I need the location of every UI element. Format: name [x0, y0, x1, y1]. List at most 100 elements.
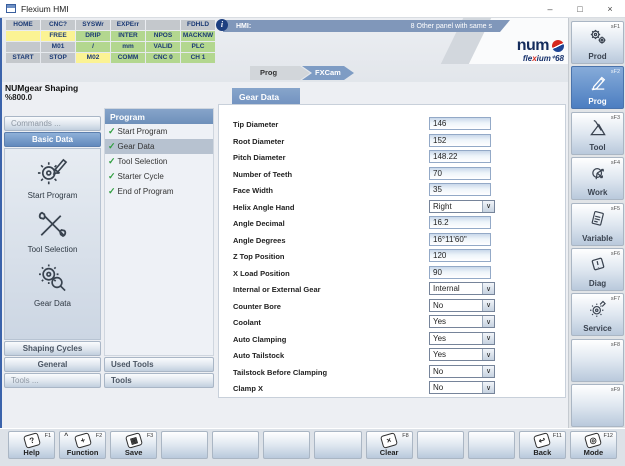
x-load-position-input[interactable] — [429, 266, 491, 279]
helix-angle-hand-select[interactable]: Right∨ — [429, 200, 495, 213]
fkey-empty-9[interactable] — [417, 431, 464, 459]
sidebar-item-general[interactable]: General — [4, 357, 101, 372]
softkey-tool[interactable]: sF3Tool — [571, 112, 624, 155]
softkey-variable[interactable]: sF5Variable — [571, 203, 624, 246]
angle-degrees-input[interactable] — [429, 233, 491, 246]
fkey-fnum: F11 — [553, 433, 562, 439]
select-value: No — [430, 366, 482, 377]
field-label: Auto Clamping — [233, 335, 286, 344]
auto-clamping-select[interactable]: Yes∨ — [429, 332, 495, 345]
pitch-diameter-input[interactable] — [429, 150, 491, 163]
program-item-end-of-program[interactable]: ✓End of Program — [105, 184, 213, 199]
tailstock-before-clamping-select[interactable]: No∨ — [429, 365, 495, 378]
softkey-label: Prog — [572, 97, 623, 106]
document-pen-icon — [588, 209, 608, 234]
chevron-down-icon[interactable]: ∨ — [482, 300, 494, 311]
program-item-label: Starter Cycle — [118, 172, 164, 181]
face-width-input[interactable] — [429, 183, 491, 196]
softkey-fnum: sF2 — [611, 69, 620, 75]
fkey-back[interactable]: F11↩Back — [519, 431, 566, 459]
breadcrumb-prog[interactable]: Prog — [250, 66, 310, 80]
commands-button[interactable]: Commands ... — [4, 116, 101, 131]
number-of-teeth-input[interactable] — [429, 167, 491, 180]
field-label: Clamp X — [233, 384, 263, 393]
program-item-label: Tool Selection — [118, 157, 168, 166]
auto-tailstock-select[interactable]: Yes∨ — [429, 348, 495, 361]
clamp-x-select[interactable]: No∨ — [429, 381, 495, 394]
check-icon: ✓ — [108, 126, 116, 137]
tab-gear-data[interactable]: Gear Data — [232, 88, 300, 105]
warning-icon — [588, 254, 608, 279]
chevron-down-icon[interactable]: ∨ — [482, 201, 494, 212]
fkey-empty-5[interactable] — [212, 431, 259, 459]
program-item-starter-cycle[interactable]: ✓Starter Cycle — [105, 169, 213, 184]
angle-decimal-input[interactable] — [429, 216, 491, 229]
chevron-down-icon[interactable]: ∨ — [482, 366, 494, 377]
gear-magnifier-icon — [36, 263, 69, 298]
root-diameter-input[interactable] — [429, 134, 491, 147]
softkey-prog[interactable]: sF2 Prog — [571, 66, 624, 109]
form-row-auto-clamping: Auto Clamping Yes∨ — [219, 332, 565, 345]
hmi-banner-label: HMI: — [236, 23, 251, 30]
basic-data-button[interactable]: Basic Data — [4, 132, 101, 147]
fkey-empty-6[interactable] — [263, 431, 310, 459]
form-row-auto-tailstock: Auto TailstockYes∨ — [219, 348, 565, 361]
fkey-empty-10[interactable] — [468, 431, 515, 459]
title-bar: Flexium HMI – □ × — [0, 0, 625, 18]
sidebar-item-shaping-cycles[interactable]: Shaping Cycles — [4, 341, 101, 356]
sidebar-item-used-tools[interactable]: Used Tools — [104, 357, 214, 372]
chevron-down-icon[interactable]: ∨ — [482, 283, 494, 294]
coolant-select[interactable]: Yes∨ — [429, 315, 495, 328]
tip-diameter-input[interactable] — [429, 117, 491, 130]
minimize-icon[interactable]: – — [535, 0, 565, 17]
program-item-gear-data[interactable]: ✓Gear Data — [105, 139, 213, 154]
fkey-fnum: F3 — [147, 433, 153, 439]
fkey-empty-4[interactable] — [161, 431, 208, 459]
num-logo-text: num — [517, 38, 549, 53]
flexium-part2: ium⁺68 — [537, 54, 564, 63]
gear-wrench-icon — [588, 299, 608, 324]
fkey-empty-7[interactable] — [314, 431, 361, 459]
softkey-work[interactable]: sF4Work — [571, 157, 624, 200]
fkey-clear[interactable]: F8×Clear — [366, 431, 413, 459]
shortcut-label: Tool Selection — [28, 245, 78, 254]
chevron-down-icon[interactable]: ∨ — [482, 316, 494, 327]
counter-bore-select[interactable]: No∨ — [429, 299, 495, 312]
shortcut-start-program[interactable]: Start Program — [28, 155, 78, 200]
function-key-bar: F1?HelpF2^+FunctionF3▦Save F8×Clear F11↩Ba… — [0, 428, 625, 466]
sidebar-item-tools[interactable]: Tools ... — [4, 373, 101, 388]
fkey-mode[interactable]: F12◎Mode — [570, 431, 617, 459]
question-icon: ? — [23, 432, 41, 449]
fkey-fnum: F1 — [45, 433, 51, 439]
shortcut-gear-data[interactable]: Gear Data — [34, 263, 71, 308]
chevron-down-icon[interactable]: ∨ — [482, 382, 494, 393]
select-value: Yes — [430, 316, 482, 327]
softkey-sf8[interactable]: sF8 — [571, 339, 624, 382]
fkey-save[interactable]: F3▦Save — [110, 431, 157, 459]
shortcut-tool-selection[interactable]: Tool Selection — [28, 209, 78, 254]
softkey-prod[interactable]: sF1Prod — [571, 21, 624, 64]
fkey-help[interactable]: F1?Help — [8, 431, 55, 459]
program-item-start-program[interactable]: ✓Start Program — [105, 124, 213, 139]
sidebar-item-tools[interactable]: Tools — [104, 373, 214, 388]
softkey-diag[interactable]: sF6Diag — [571, 248, 624, 291]
field-label: Tip Diameter — [233, 120, 278, 129]
program-item-tool-selection[interactable]: ✓Tool Selection — [105, 154, 213, 169]
maximize-icon[interactable]: □ — [565, 0, 595, 17]
internal-or-external-gear-select[interactable]: Internal∨ — [429, 282, 495, 295]
field-label: Face Width — [233, 186, 273, 195]
chevron-down-icon[interactable]: ∨ — [482, 333, 494, 344]
z-top-position-input[interactable] — [429, 249, 491, 262]
fkey-fnum: F2 — [96, 433, 102, 439]
app-window: Flexium HMI – □ × HOMECNC?SYSWrEXPErrFDH… — [0, 0, 625, 466]
fkey-label: Save — [111, 448, 156, 457]
softkey-sf9[interactable]: sF9 — [571, 384, 624, 427]
status-cell-valid: VALID — [146, 42, 180, 52]
fkey-function[interactable]: F2^+Function — [59, 431, 106, 459]
hand-pen-icon — [588, 72, 608, 97]
softkey-service[interactable]: sF7Service — [571, 293, 624, 336]
chevron-down-icon[interactable]: ∨ — [482, 349, 494, 360]
close-icon[interactable]: × — [595, 0, 625, 17]
select-value: Right — [430, 201, 482, 212]
softkey-label: Diag — [572, 279, 623, 288]
